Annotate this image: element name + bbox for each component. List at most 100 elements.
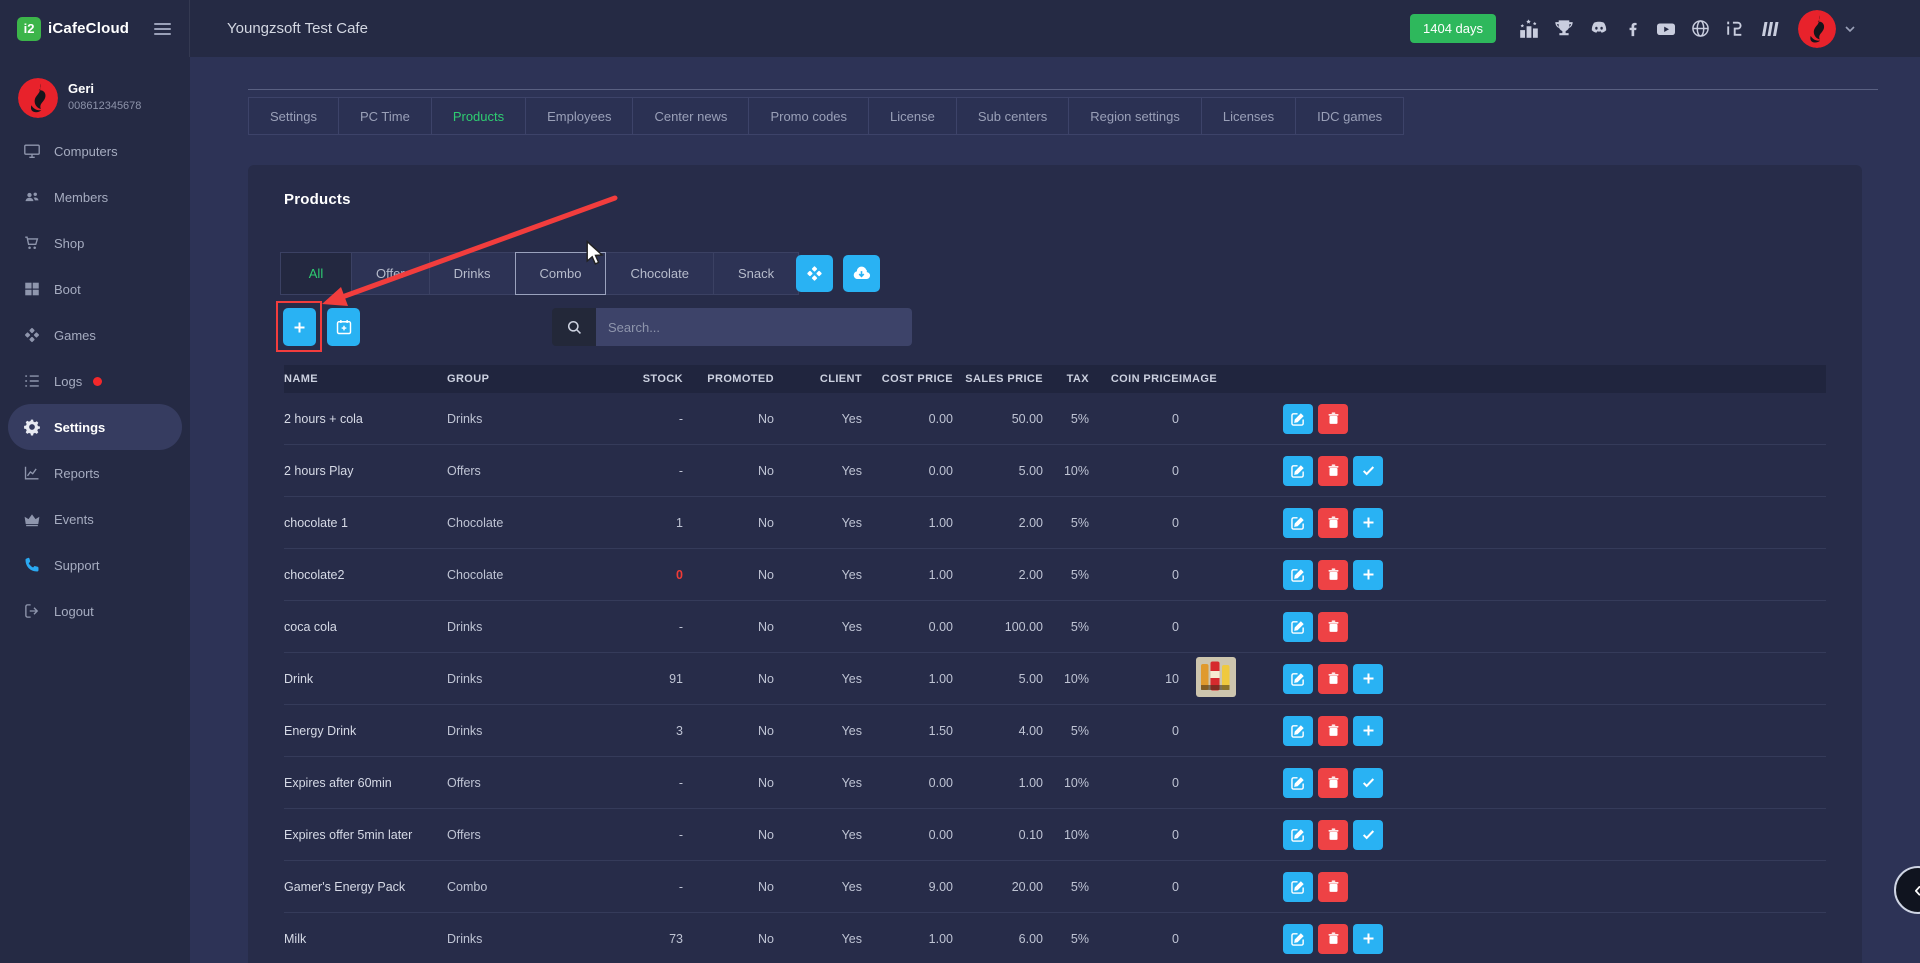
sidebar-item-members[interactable]: Members xyxy=(8,174,182,220)
tab-region-settings[interactable]: Region settings xyxy=(1069,97,1202,135)
edit-icon xyxy=(1290,619,1306,635)
menu-icon[interactable] xyxy=(154,20,171,38)
edit-button[interactable] xyxy=(1283,820,1313,850)
chevron-down-icon[interactable] xyxy=(1842,21,1858,37)
add-stock-button[interactable] xyxy=(1353,924,1383,954)
confirm-button[interactable] xyxy=(1353,820,1383,850)
trophy-icon[interactable] xyxy=(1553,18,1575,40)
sidebar-item-games[interactable]: Games xyxy=(8,312,182,358)
avatar[interactable] xyxy=(1798,10,1836,48)
filter-tab-offer[interactable]: Offer xyxy=(352,252,430,295)
filter-tab-drinks[interactable]: Drinks xyxy=(430,252,516,295)
edit-button[interactable] xyxy=(1283,924,1313,954)
delete-button[interactable] xyxy=(1318,664,1348,694)
discord-icon[interactable] xyxy=(1588,19,1610,39)
edit-icon xyxy=(1290,411,1306,427)
tab-employees[interactable]: Employees xyxy=(526,97,633,135)
filter-tab-snack[interactable]: Snack xyxy=(714,252,799,295)
cell-name: 2 hours Play xyxy=(284,464,447,478)
delete-button[interactable] xyxy=(1318,820,1348,850)
edit-button[interactable] xyxy=(1283,456,1313,486)
edit-icon xyxy=(1290,671,1306,687)
cell-image xyxy=(1179,757,1242,808)
edit-button[interactable] xyxy=(1283,872,1313,902)
delete-button[interactable] xyxy=(1318,612,1348,642)
manage-groups-button[interactable] xyxy=(796,255,833,292)
sidebar-item-support[interactable]: Support xyxy=(8,542,182,588)
delete-button[interactable] xyxy=(1318,560,1348,590)
ranking-icon[interactable] xyxy=(1518,18,1540,40)
globe-icon[interactable] xyxy=(1690,18,1711,39)
cell-sales-price: 6.00 xyxy=(953,932,1043,946)
edit-button[interactable] xyxy=(1283,404,1313,434)
sidebar-item-computers[interactable]: Computers xyxy=(8,128,182,174)
sidebar-item-logout[interactable]: Logout xyxy=(8,588,182,634)
cell-promoted: No xyxy=(683,516,774,530)
boot-icon xyxy=(23,280,41,298)
cell-stock: 0 xyxy=(592,568,683,582)
delete-icon xyxy=(1326,879,1341,894)
tab-products[interactable]: Products xyxy=(432,97,526,135)
sidebar-item-events[interactable]: Events xyxy=(8,496,182,542)
tab-idc-games[interactable]: IDC games xyxy=(1296,97,1404,135)
edit-button[interactable] xyxy=(1283,612,1313,642)
edit-button[interactable] xyxy=(1283,664,1313,694)
edit-button[interactable] xyxy=(1283,768,1313,798)
delete-button[interactable] xyxy=(1318,872,1348,902)
import-products-button[interactable] xyxy=(843,255,880,292)
delete-button[interactable] xyxy=(1318,404,1348,434)
layers-icon[interactable] xyxy=(1758,19,1780,39)
tab-licenses[interactable]: Licenses xyxy=(1202,97,1296,135)
tab-license[interactable]: License xyxy=(869,97,957,135)
cell-name: chocolate 1 xyxy=(284,516,447,530)
edit-button[interactable] xyxy=(1283,508,1313,538)
sidebar-item-settings[interactable]: Settings xyxy=(8,404,182,450)
tab-promo-codes[interactable]: Promo codes xyxy=(749,97,869,135)
sidebar-item-logs[interactable]: Logs xyxy=(8,358,182,404)
stock-batch-button[interactable] xyxy=(327,308,360,346)
sidebar-item-shop[interactable]: Shop xyxy=(8,220,182,266)
add-product-button[interactable] xyxy=(283,308,316,346)
sidebar-item-boot[interactable]: Boot xyxy=(8,266,182,312)
cell-group: Drinks xyxy=(447,672,592,686)
add-stock-button[interactable] xyxy=(1353,664,1383,694)
cell-sales-price: 5.00 xyxy=(953,672,1043,686)
delete-button[interactable] xyxy=(1318,924,1348,954)
user-profile[interactable]: Geri 008612345678 xyxy=(18,78,182,122)
cell-promoted: No xyxy=(683,412,774,426)
tab-pc-time[interactable]: PC Time xyxy=(339,97,432,135)
cell-coin-price: 0 xyxy=(1089,412,1179,426)
confirm-button[interactable] xyxy=(1353,456,1383,486)
delete-button[interactable] xyxy=(1318,768,1348,798)
notification-dot xyxy=(93,377,102,386)
cell-sales-price: 2.00 xyxy=(953,568,1043,582)
youtube-icon[interactable] xyxy=(1655,19,1677,39)
filter-tab-combo[interactable]: Combo xyxy=(515,252,607,295)
edit-button[interactable] xyxy=(1283,716,1313,746)
cell-image xyxy=(1179,445,1242,496)
delete-button[interactable] xyxy=(1318,456,1348,486)
delete-button[interactable] xyxy=(1318,716,1348,746)
table-row: Gamer's Energy PackCombo-NoYes9.0020.005… xyxy=(284,860,1826,912)
filter-tab-chocolate[interactable]: Chocolate xyxy=(606,252,714,295)
computers-icon xyxy=(23,142,41,160)
cell-image xyxy=(1179,497,1242,548)
confirm-button[interactable] xyxy=(1353,768,1383,798)
edit-button[interactable] xyxy=(1283,560,1313,590)
add-stock-button[interactable] xyxy=(1353,560,1383,590)
add-stock-button[interactable] xyxy=(1353,508,1383,538)
filter-tab-all[interactable]: All xyxy=(280,252,352,295)
panel-tools xyxy=(796,255,880,292)
delete-button[interactable] xyxy=(1318,508,1348,538)
cell-tax: 10% xyxy=(1043,672,1089,686)
facebook-icon[interactable] xyxy=(1623,19,1642,38)
tab-sub-centers[interactable]: Sub centers xyxy=(957,97,1069,135)
add-stock-button[interactable] xyxy=(1353,716,1383,746)
plus-icon xyxy=(1361,931,1376,946)
cell-client: Yes xyxy=(774,724,862,738)
sidebar-item-reports[interactable]: Reports xyxy=(8,450,182,496)
tab-center-news[interactable]: Center news xyxy=(633,97,749,135)
icafe-mark-icon[interactable] xyxy=(1724,18,1745,39)
search-input[interactable] xyxy=(596,308,912,346)
tab-settings[interactable]: Settings xyxy=(248,97,339,135)
